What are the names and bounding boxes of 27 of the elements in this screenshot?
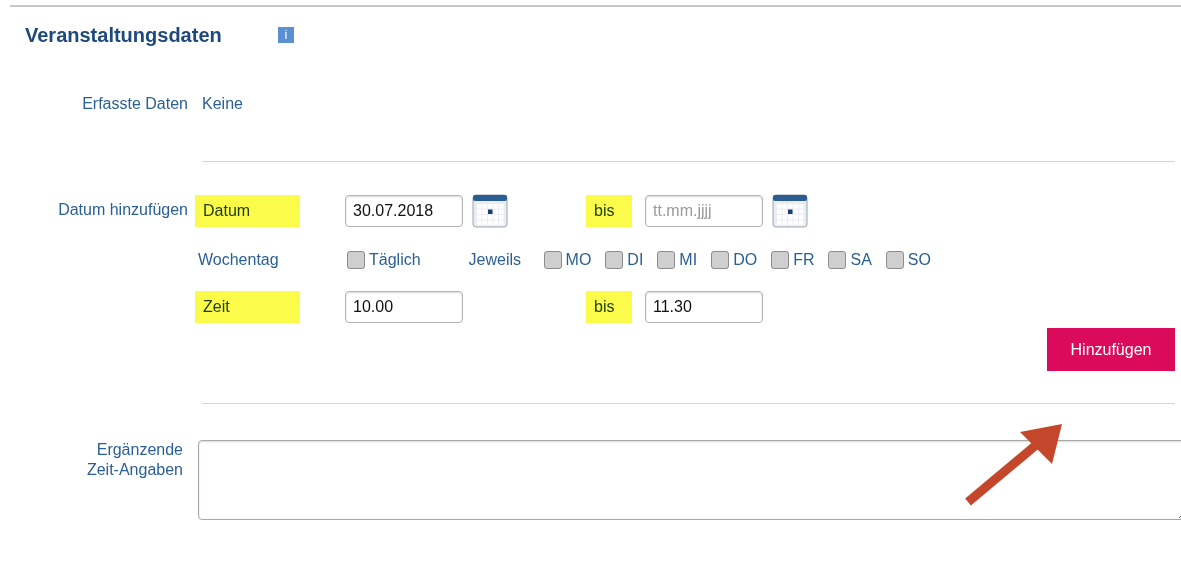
section-title: Veranstaltungsdaten <box>25 23 223 47</box>
each-label: Jeweils <box>468 251 523 269</box>
notes-field[interactable] <box>198 440 1181 520</box>
time-input[interactable]: 11.30 <box>645 291 763 323</box>
weekday-checkbox[interactable]: SA <box>828 251 872 269</box>
calendar-icon[interactable] <box>772 194 808 228</box>
add-button[interactable]: Hinzufügen <box>1047 328 1175 371</box>
field-value: Keine <box>202 94 243 114</box>
weekday-label: Wochentag <box>197 251 280 269</box>
date-label: Datum <box>195 195 300 227</box>
calendar-icon[interactable] <box>472 194 508 228</box>
date-input[interactable]: 30.07.2018 <box>345 195 463 227</box>
weekday-checkbox[interactable]: MI <box>657 251 698 269</box>
to-label: bis <box>586 291 632 323</box>
weekday-checkbox[interactable]: FR <box>771 251 815 269</box>
field-label: Datum hinzufügen <box>57 200 188 220</box>
field-label: Erfasste Daten <box>81 94 188 114</box>
weekday-checkbox[interactable]: DI <box>605 251 644 269</box>
time-input[interactable]: 10.00 <box>345 291 463 323</box>
weekday-checkbox[interactable]: DO <box>711 251 758 269</box>
daily-checkbox[interactable]: Täglich <box>347 251 421 269</box>
weekday-checkbox[interactable]: MO <box>543 251 592 269</box>
date-input[interactable]: tt.mm.jjjj <box>645 195 763 227</box>
time-label: Zeit <box>195 291 300 323</box>
to-label: bis <box>586 195 632 227</box>
field-label: Ergänzende Zeit-Angaben <box>85 440 183 480</box>
weekday-checkbox[interactable]: SO <box>885 251 931 269</box>
